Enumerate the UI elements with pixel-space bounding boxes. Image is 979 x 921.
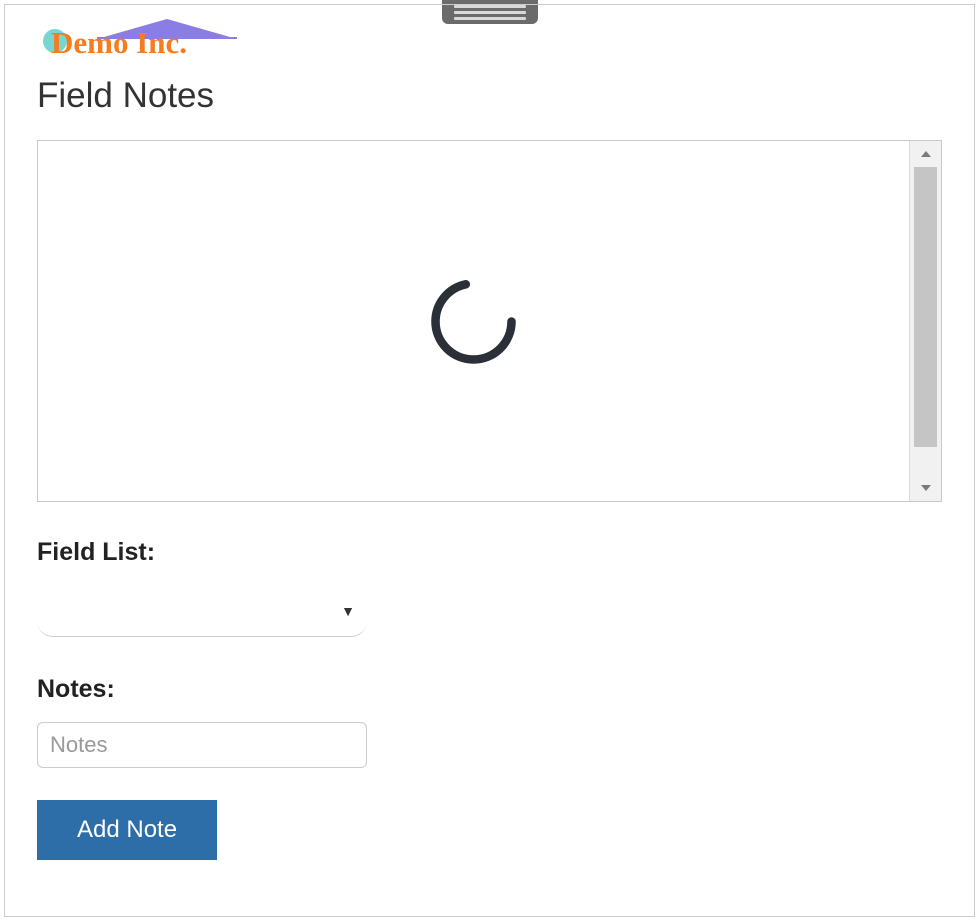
logo-text: Demo Inc. — [51, 27, 187, 58]
loading-spinner-icon — [426, 274, 521, 369]
scroll-thumb[interactable] — [914, 167, 937, 447]
vertical-scrollbar[interactable] — [909, 141, 941, 501]
notes-label: Notes: — [37, 675, 942, 704]
field-list-select-container: ▼ — [37, 585, 367, 637]
add-note-button[interactable]: Add Note — [37, 800, 217, 860]
content-panel — [37, 140, 942, 502]
scroll-up-button[interactable] — [910, 141, 941, 167]
logo: Demo Inc. — [37, 27, 187, 58]
field-list-select[interactable] — [37, 585, 367, 637]
main-container: Demo Inc. Field Notes Field List: — [4, 4, 975, 917]
page-title: Field Notes — [37, 76, 942, 116]
field-list-label: Field List: — [37, 538, 942, 567]
scroll-track[interactable] — [910, 167, 941, 475]
scroll-down-button[interactable] — [910, 475, 941, 501]
content-area — [38, 141, 909, 501]
notes-input[interactable] — [37, 722, 367, 768]
